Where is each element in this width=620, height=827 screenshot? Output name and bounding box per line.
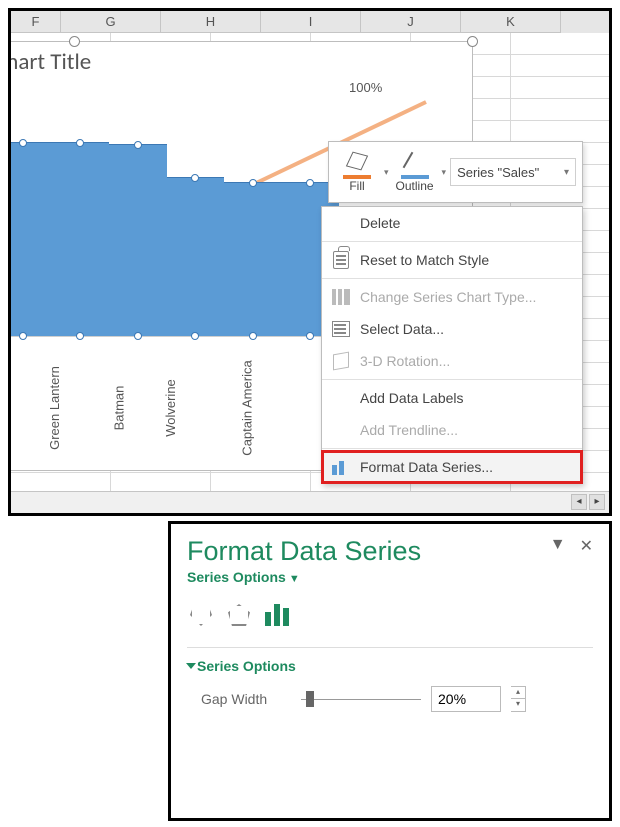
chart-plot-area[interactable] (8, 87, 339, 337)
outline-label: Outline (396, 179, 434, 193)
paint-bucket-icon (343, 151, 371, 173)
tab-series-options[interactable] (263, 601, 291, 629)
mini-toolbar: Fill ▾ Outline ▾ Series "Sales" ▾ (328, 141, 583, 203)
cube-icon (330, 350, 352, 372)
gap-width-spinner[interactable]: ▴ ▾ (511, 686, 526, 712)
col-header[interactable]: F (11, 11, 61, 33)
chart-resize-handle[interactable] (467, 36, 478, 47)
data-point-marker[interactable] (76, 332, 84, 340)
data-point-marker[interactable] (191, 174, 199, 182)
ctx-change-chart-type: Change Series Chart Type... (322, 281, 582, 313)
scroll-left-icon[interactable]: ◂ (571, 494, 587, 510)
ctx-add-trendline: Add Trendline... (322, 414, 582, 446)
outline-button[interactable]: Outline (393, 151, 437, 193)
ctx-select-data[interactable]: Select Data... (322, 313, 582, 345)
blank-icon (330, 387, 352, 409)
col-header[interactable]: G (61, 11, 161, 33)
ctx-label: Add Data Labels (360, 390, 464, 406)
data-point-marker[interactable] (249, 179, 257, 187)
category-axis: manGreen LanternBatmanWolverineCaptain A… (8, 358, 338, 458)
ctx-label: Format Data Series... (360, 459, 493, 475)
chart-title[interactable]: Chart Title (8, 48, 91, 76)
spreadsheet-window: F G H I J K Chart Title 100% 40% manGree… (8, 8, 612, 516)
ctx-reset-match-style[interactable]: Reset to Match Style (322, 244, 582, 276)
col-header[interactable]: J (361, 11, 461, 33)
ctx-label: Delete (360, 215, 400, 231)
scroll-right-icon[interactable]: ▸ (589, 494, 605, 510)
gap-width-label: Gap Width (201, 691, 291, 707)
pane-subtitle-label: Series Options (187, 569, 286, 585)
tab-fill-line[interactable] (187, 601, 215, 629)
ctx-add-data-labels[interactable]: Add Data Labels (322, 382, 582, 414)
pentagon-icon (228, 604, 250, 626)
col-header[interactable]: I (261, 11, 361, 33)
data-bar[interactable] (8, 142, 52, 336)
data-point-marker[interactable] (249, 332, 257, 340)
ctx-label: Change Series Chart Type... (360, 289, 536, 305)
gap-width-input[interactable] (431, 686, 501, 712)
chevron-down-icon[interactable]: ▾ (384, 167, 389, 178)
chevron-down-icon[interactable]: ▾ (442, 167, 447, 178)
context-menu: Delete Reset to Match Style Change Serie… (321, 206, 583, 484)
pane-subtitle-dropdown[interactable]: Series Options▼ (187, 569, 421, 585)
blank-icon (330, 212, 352, 234)
ctx-delete[interactable]: Delete (322, 207, 582, 239)
ctx-label: 3-D Rotation... (360, 353, 450, 369)
format-series-icon (330, 456, 352, 478)
data-point-marker[interactable] (19, 139, 27, 147)
chart-resize-handle[interactable] (69, 36, 80, 47)
data-point-marker[interactable] (191, 332, 199, 340)
sheet-scrollbar[interactable]: ◂ ▸ (11, 491, 609, 513)
data-point-marker[interactable] (306, 179, 314, 187)
chevron-down-icon: ▼ (289, 573, 300, 585)
pane-options-icon[interactable]: ▼ (550, 536, 566, 556)
data-bar[interactable] (167, 177, 225, 336)
data-bar[interactable] (224, 182, 282, 336)
gap-width-slider[interactable] (301, 699, 421, 700)
data-point-marker[interactable] (306, 332, 314, 340)
clipboard-icon (330, 249, 352, 271)
format-tabs (187, 601, 593, 629)
blank-icon (330, 419, 352, 441)
ctx-label: Select Data... (360, 321, 444, 337)
paint-bucket-icon (190, 604, 212, 626)
ctx-label: Reset to Match Style (360, 252, 489, 268)
fill-label: Fill (349, 179, 364, 193)
chevron-down-icon: ▾ (564, 167, 569, 178)
column-headers: F G H I J K (11, 11, 609, 33)
col-header[interactable]: K (461, 11, 561, 33)
section-label: Series Options (197, 658, 296, 674)
data-bar[interactable] (52, 142, 110, 336)
data-bar[interactable] (109, 144, 167, 336)
spinner-up-icon[interactable]: ▴ (511, 687, 525, 699)
bar-chart-icon (265, 604, 289, 626)
ctx-label: Add Trendline... (360, 422, 458, 438)
col-header[interactable]: H (161, 11, 261, 33)
pen-icon (401, 151, 429, 173)
series-selector-value: Series "Sales" (457, 165, 539, 180)
data-point-marker[interactable] (76, 139, 84, 147)
pane-title: Format Data Series (187, 536, 421, 567)
gap-width-row: Gap Width ▴ ▾ (187, 686, 593, 712)
data-point-marker[interactable] (134, 332, 142, 340)
close-icon[interactable]: ✕ (580, 536, 593, 556)
axis-tick-label: 100% (349, 80, 399, 95)
ctx-3d-rotation: 3-D Rotation... (322, 345, 582, 377)
series-options-section-header[interactable]: Series Options (187, 647, 593, 674)
spinner-down-icon[interactable]: ▾ (511, 699, 525, 711)
chart-type-icon (330, 286, 352, 308)
series-selector-dropdown[interactable]: Series "Sales" ▾ (450, 158, 576, 186)
format-data-series-pane: Format Data Series Series Options▼ ▼ ✕ S… (168, 521, 612, 821)
data-point-marker[interactable] (134, 141, 142, 149)
ctx-format-data-series[interactable]: Format Data Series... (322, 451, 582, 483)
select-data-icon (330, 318, 352, 340)
tab-effects[interactable] (225, 601, 253, 629)
fill-button[interactable]: Fill (335, 151, 379, 193)
data-point-marker[interactable] (19, 332, 27, 340)
collapse-triangle-icon (186, 663, 196, 669)
